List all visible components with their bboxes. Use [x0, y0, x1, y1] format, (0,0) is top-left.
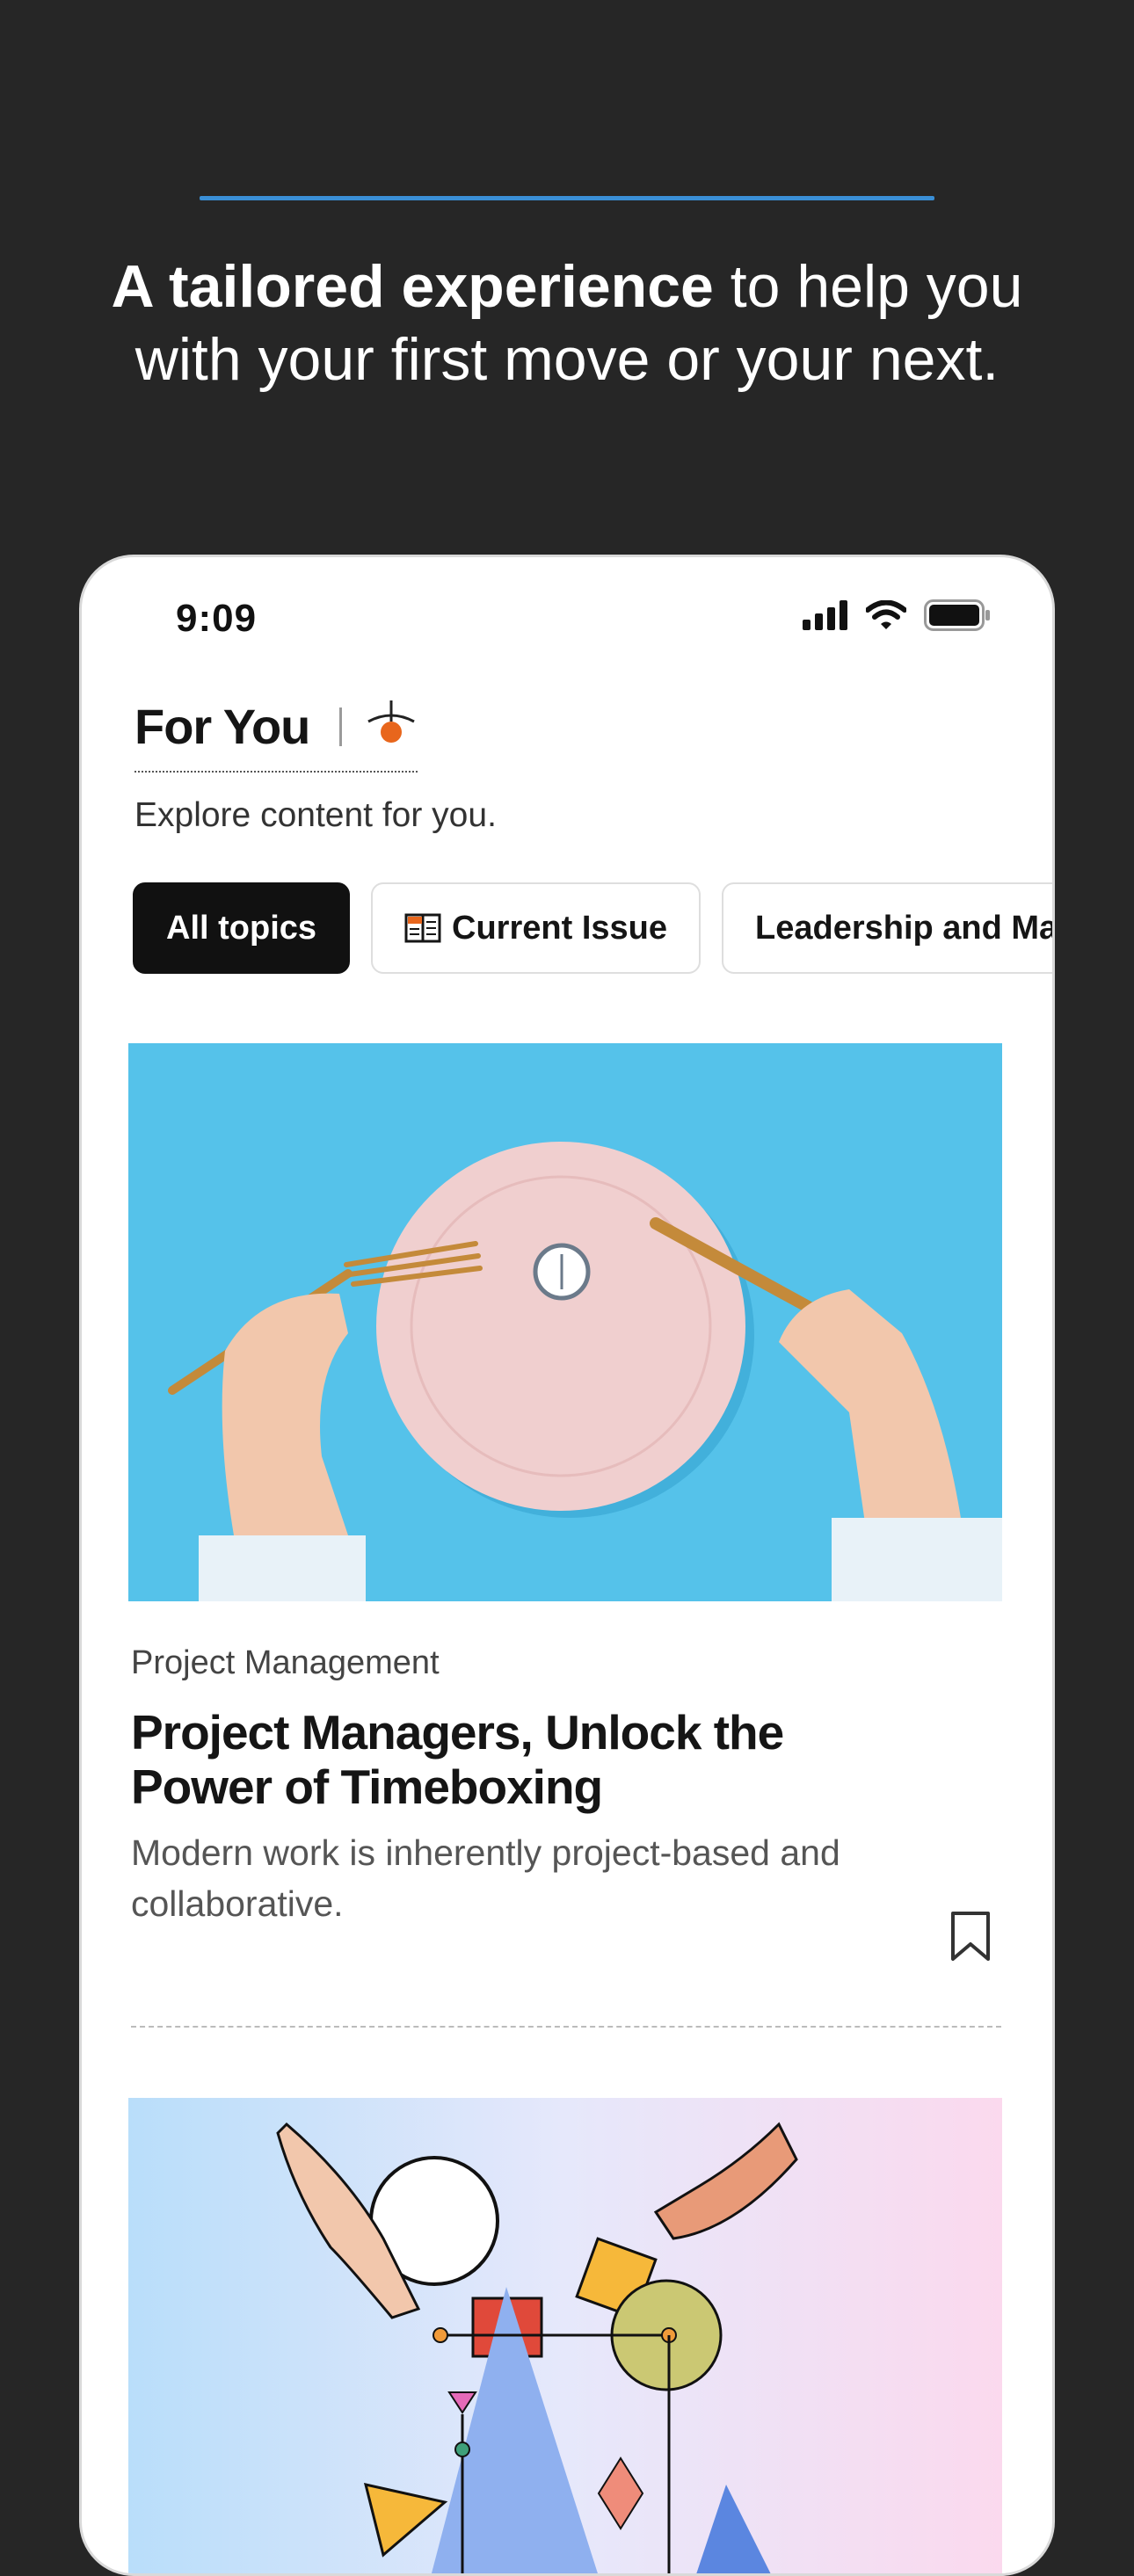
title-underline [134, 771, 418, 773]
magazine-icon [404, 913, 441, 943]
status-icons [803, 599, 991, 635]
chip-leadership[interactable]: Leadership and Man [722, 882, 1055, 974]
article-image[interactable] [128, 1043, 1002, 1601]
promo-headline: A tailored experience to help you with y… [53, 250, 1081, 396]
article-description: Modern work is inherently project-based … [131, 1832, 840, 1924]
cellular-signal-icon [803, 600, 848, 635]
chip-label: All topics [166, 909, 317, 947]
profile-settings-icon[interactable] [365, 699, 418, 754]
chip-all-topics[interactable]: All topics [133, 882, 351, 974]
title-divider [339, 707, 343, 746]
article-title[interactable]: Project Managers, Unlock the Power of Ti… [131, 1705, 922, 1814]
wifi-icon [865, 599, 907, 635]
promo-headline-rest: to help you [713, 253, 1023, 320]
page-title: For You [134, 699, 310, 754]
phone-screen: 9:09 For You Explore content for you. Al… [79, 555, 1055, 2576]
chip-label: Leadership and Man [755, 909, 1055, 947]
promo-headline-bold: A tailored experience [111, 253, 714, 320]
article-separator [131, 2026, 1001, 2028]
chip-current-issue[interactable]: Current Issue [371, 882, 701, 974]
article-category: Project Management [131, 1644, 440, 1681]
battery-icon [924, 599, 991, 635]
topic-chips: All topics Current Issue Leadership and … [133, 882, 1055, 974]
page-title-row: For You [134, 698, 418, 755]
status-time: 9:09 [176, 597, 258, 640]
bookmark-icon[interactable] [950, 1911, 991, 1966]
page-subtitle: Explore content for you. [134, 796, 497, 834]
accent-line [200, 196, 934, 200]
promo-headline-line2: with your first move or your next. [134, 326, 1000, 393]
article-image-2[interactable] [128, 2098, 1002, 2573]
chip-label: Current Issue [452, 909, 667, 947]
